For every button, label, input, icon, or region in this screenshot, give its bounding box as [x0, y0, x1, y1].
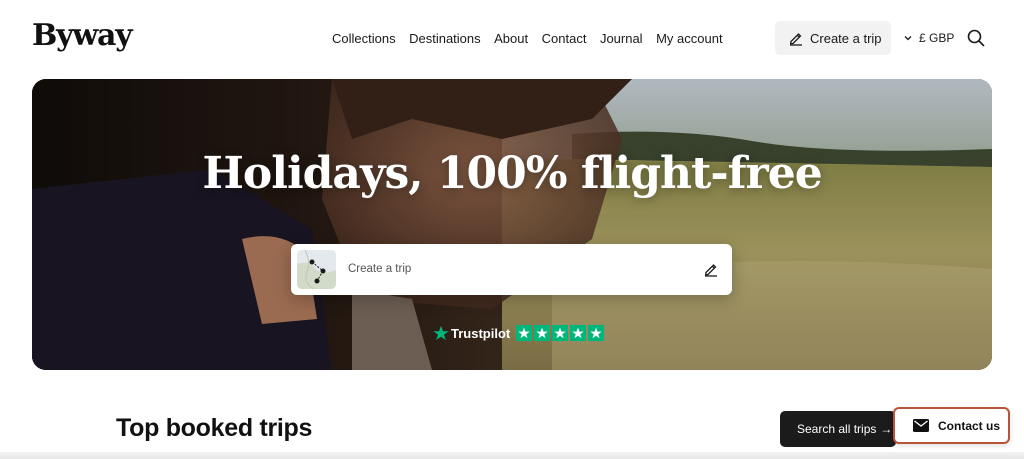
- search-icon[interactable]: [966, 28, 986, 48]
- star-icon: [433, 325, 449, 340]
- contact-us-label: Contact us: [938, 418, 1001, 433]
- pencil-icon: [789, 33, 802, 46]
- byway-logo[interactable]: Byway: [32, 18, 133, 53]
- nav-contact[interactable]: Contact: [542, 31, 587, 46]
- star-icon: [516, 325, 533, 341]
- hero-title: Holidays, 100% flight-free: [202, 148, 822, 199]
- star-icon: [570, 325, 587, 341]
- trustpilot-stars: [516, 325, 605, 341]
- nav-journal[interactable]: Journal: [600, 31, 643, 46]
- star-icon: [552, 325, 569, 341]
- pencil-icon[interactable]: [703, 261, 719, 277]
- nav-about[interactable]: About: [494, 31, 528, 46]
- search-all-label: Search all trips: [797, 422, 877, 436]
- nav-destinations[interactable]: Destinations: [409, 31, 481, 46]
- star-icon: [588, 325, 605, 341]
- main-nav: Collections Destinations About Contact J…: [332, 31, 723, 46]
- create-trip-label: Create a trip: [810, 30, 882, 46]
- trustpilot-label: Trustpilot: [451, 325, 511, 341]
- hero-search-placeholder: Create a trip: [348, 263, 412, 275]
- section-title: Top booked trips: [116, 414, 313, 442]
- contact-us-button[interactable]: Contact us: [893, 407, 1010, 444]
- nav-my-account[interactable]: My account: [656, 31, 722, 46]
- chevron-down-icon: [904, 36, 912, 41]
- arrow-right-icon: →: [880, 422, 893, 436]
- trustpilot-rating[interactable]: Trustpilot: [433, 325, 605, 341]
- create-trip-button[interactable]: Create a trip: [775, 21, 891, 55]
- currency-selector[interactable]: £ GBP: [903, 31, 954, 45]
- map-thumbnail: [297, 250, 336, 289]
- currency-label: £ GBP: [919, 31, 955, 45]
- nav-collections[interactable]: Collections: [332, 31, 396, 46]
- page-fold-divider: [0, 452, 1024, 459]
- hero-create-trip-input[interactable]: Create a trip: [291, 244, 732, 295]
- trustpilot-logo: Trustpilot: [433, 325, 510, 341]
- star-icon: [534, 325, 551, 341]
- search-all-trips-button[interactable]: Search all trips →: [780, 411, 896, 447]
- envelope-icon: [913, 419, 929, 432]
- site-header: Byway Collections Destinations About Con…: [0, 0, 1024, 78]
